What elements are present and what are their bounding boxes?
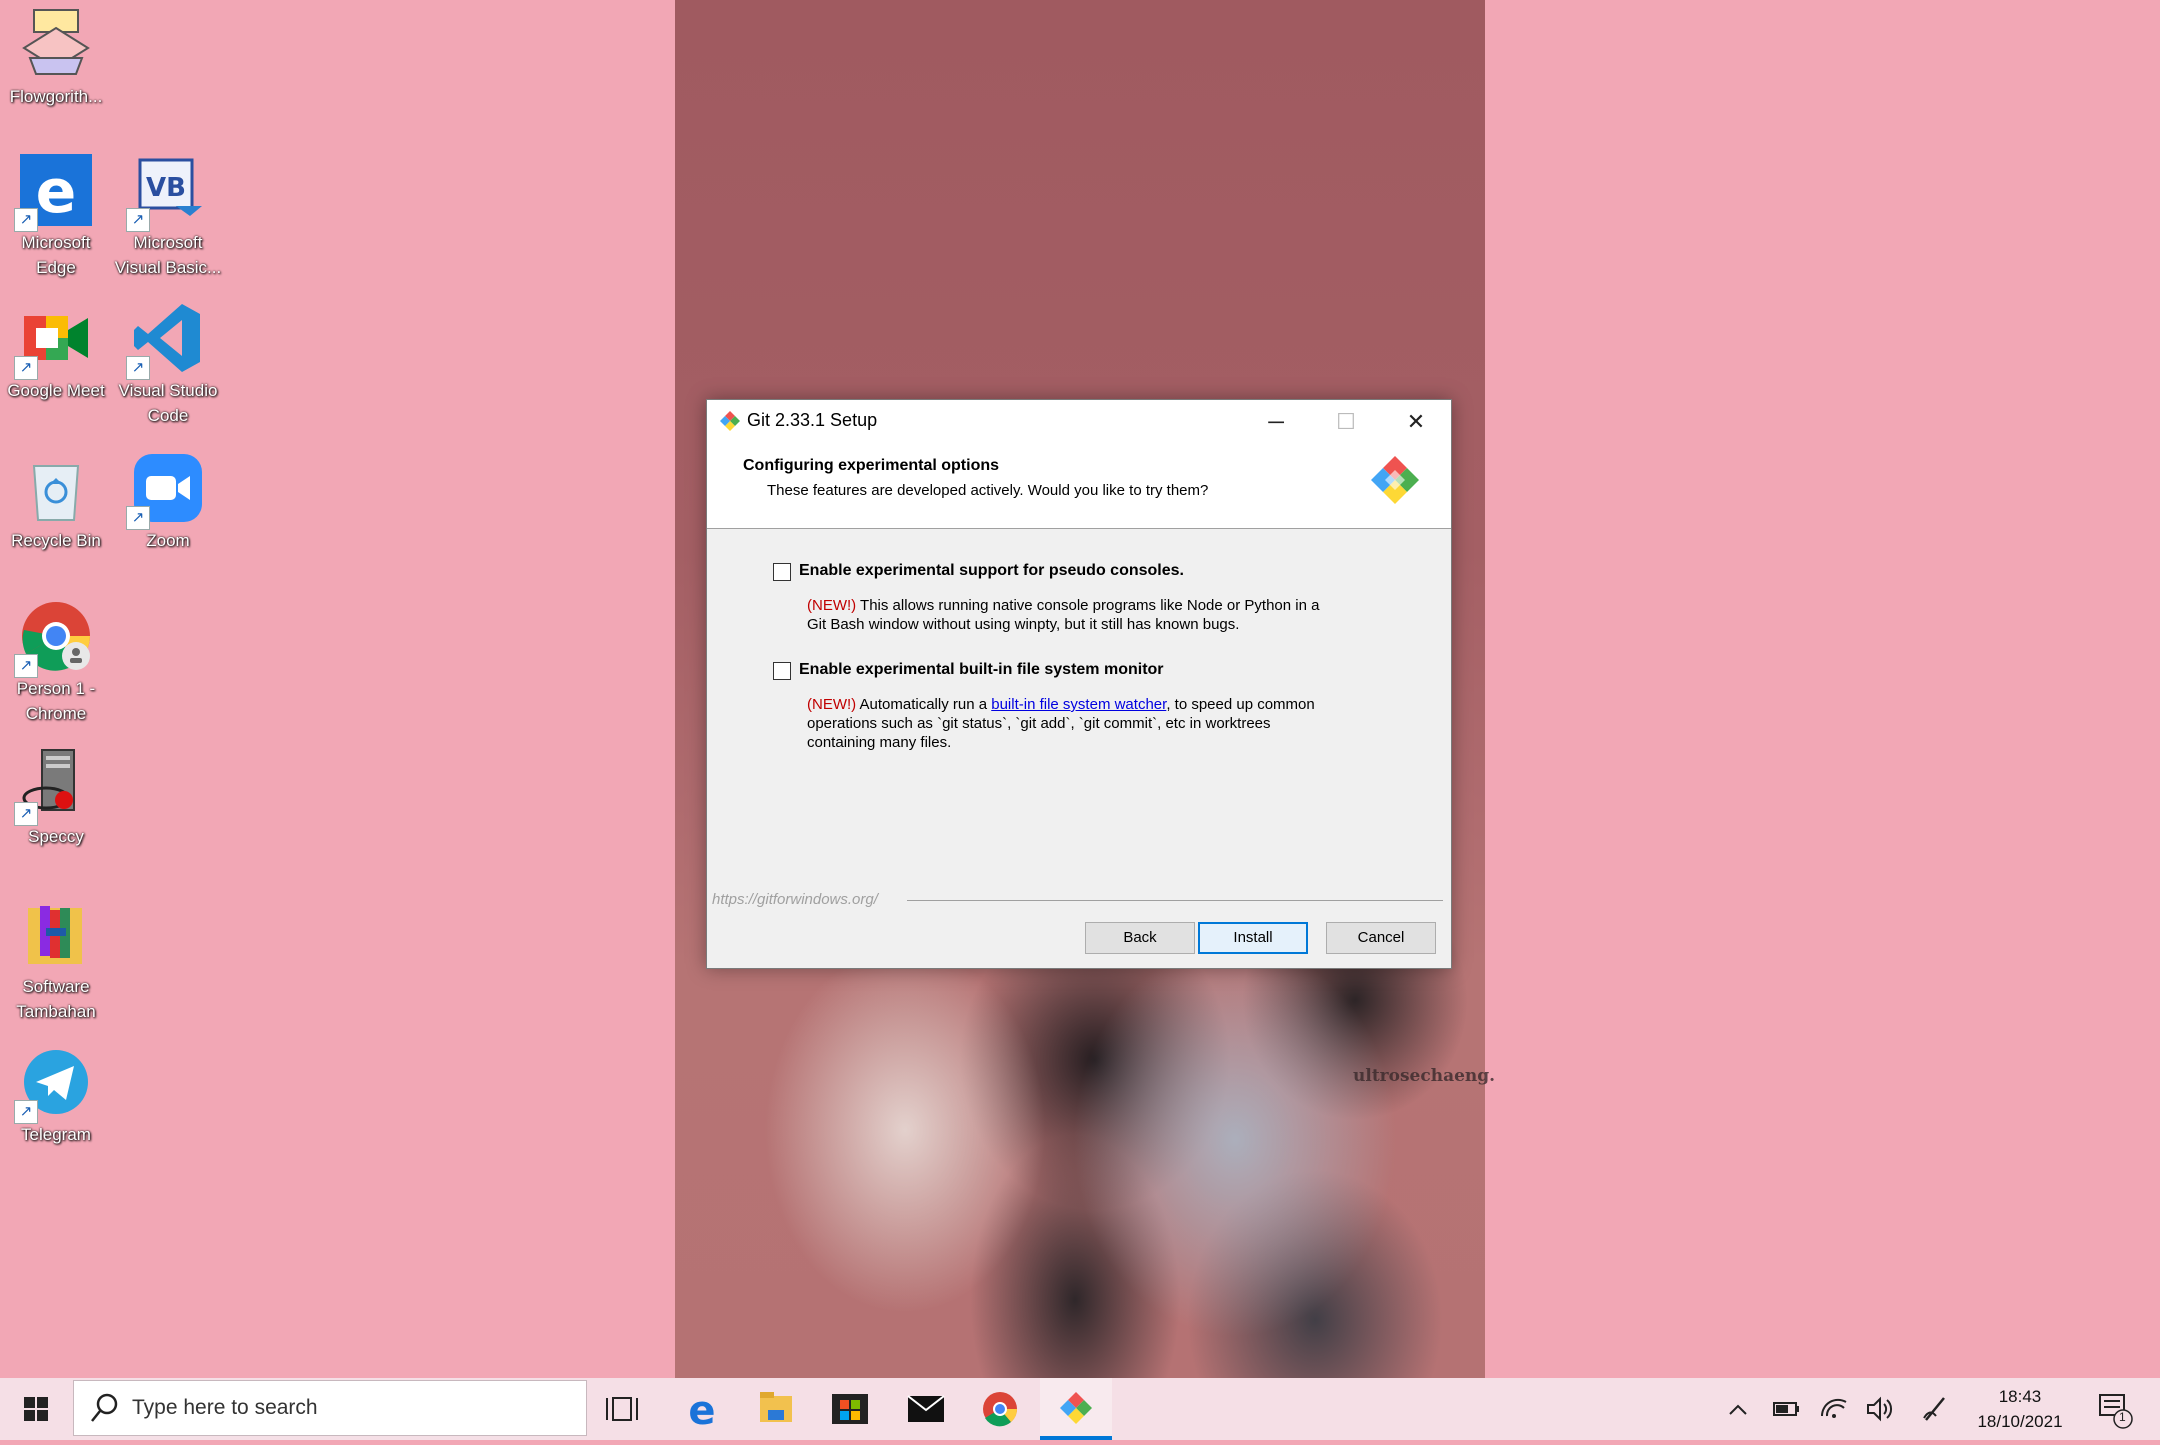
task-view-icon — [606, 1397, 638, 1421]
chrome-icon — [983, 1392, 1018, 1427]
vscode-icon: ↗ — [126, 302, 204, 380]
git-logo-icon — [719, 410, 741, 432]
shortcut-arrow-icon: ↗ — [126, 506, 150, 530]
clock-date: 18/10/2021 — [1977, 1412, 2063, 1431]
taskbar-file-explorer[interactable] — [740, 1378, 812, 1440]
store-icon — [832, 1394, 868, 1424]
desktop-icon-zoom[interactable]: ↗ Zoom — [112, 452, 224, 553]
cancel-button[interactable]: Cancel — [1326, 922, 1436, 954]
speaker-icon — [1867, 1396, 1893, 1422]
desktop-icon-flowgorithm[interactable]: Flowgorith... — [0, 8, 112, 109]
zoom-icon: ↗ — [126, 452, 204, 530]
dialog-header: Configuring experimental options These f… — [707, 443, 1451, 529]
show-hidden-icons-button[interactable] — [1718, 1378, 1758, 1440]
chevron-up-icon — [1729, 1404, 1747, 1415]
page-subheading: These features are developed actively. W… — [767, 482, 1209, 499]
svg-text:VB: VB — [146, 173, 186, 203]
new-tag: (NEW!) — [807, 597, 857, 614]
battery-button[interactable] — [1766, 1378, 1806, 1440]
minimize-button[interactable]: ─ — [1241, 400, 1311, 443]
recycle-bin-icon — [20, 452, 92, 524]
clock[interactable]: 18:43 18/10/2021 — [1960, 1384, 2080, 1434]
pen-workspace-button[interactable] — [1916, 1378, 1956, 1440]
git-logo-large-icon — [1369, 454, 1421, 506]
back-button[interactable]: Back — [1085, 922, 1195, 954]
pseudo-consoles-label[interactable]: Enable experimental support for pseudo c… — [799, 562, 1184, 580]
maximize-button: ☐ — [1336, 409, 1356, 434]
close-button[interactable]: ✕ — [1381, 400, 1451, 443]
taskbar-edge[interactable]: e — [666, 1378, 738, 1440]
page-heading: Configuring experimental options — [743, 457, 1000, 474]
taskbar-git-setup[interactable] — [1040, 1378, 1112, 1440]
pseudo-consoles-checkbox[interactable] — [773, 563, 791, 581]
shortcut-arrow-icon: ↗ — [126, 208, 150, 232]
wifi-icon — [1820, 1398, 1847, 1418]
dialog-title: Git 2.33.1 Setup — [747, 410, 878, 430]
battery-icon — [1773, 1402, 1799, 1416]
network-button[interactable] — [1814, 1378, 1854, 1440]
shortcut-arrow-icon: ↗ — [14, 654, 38, 678]
file-explorer-icon — [760, 1392, 792, 1422]
speccy-icon: ↗ — [14, 748, 92, 826]
footer-divider — [907, 900, 1443, 901]
taskbar-chrome[interactable] — [964, 1378, 1036, 1440]
edge-icon: e — [688, 1388, 715, 1434]
task-view-button[interactable] — [588, 1378, 660, 1440]
google-meet-icon: ↗ — [14, 302, 92, 380]
taskbar-mail[interactable] — [890, 1378, 962, 1440]
fs-monitor-description: (NEW!) Automatically run a built-in file… — [807, 696, 1315, 751]
desktop-icon-speccy[interactable]: ↗ Speccy — [0, 748, 112, 849]
new-tag: (NEW!) — [807, 696, 857, 713]
svg-text:e: e — [36, 157, 77, 226]
windows-logo-icon — [24, 1397, 48, 1421]
fs-monitor-label[interactable]: Enable experimental built-in file system… — [799, 661, 1164, 679]
active-app-indicator — [1040, 1436, 1112, 1440]
desktop-icon-recycle-bin[interactable]: Recycle Bin — [0, 452, 112, 553]
search-icon — [88, 1391, 120, 1430]
desktop-icon-software-tambahan[interactable]: Software Tambahan — [0, 898, 112, 1024]
desktop-icon-vscode[interactable]: ↗ Visual Studio Code — [112, 302, 224, 428]
svg-text:e: e — [688, 1388, 715, 1434]
search-box[interactable]: Type here to search — [73, 1380, 587, 1436]
dialog-titlebar[interactable]: Git 2.33.1 Setup ─ ☐ ✕ — [707, 400, 1451, 443]
desktop-icon-visual-basic[interactable]: VB ↗ Microsoft Visual Basic... — [112, 154, 224, 280]
fs-monitor-checkbox[interactable] — [773, 662, 791, 680]
telegram-icon: ↗ — [14, 1046, 92, 1124]
volume-button[interactable] — [1860, 1378, 1900, 1440]
shortcut-arrow-icon: ↗ — [14, 1100, 38, 1124]
chrome-icon: ↗ — [14, 600, 92, 678]
fs-watcher-link[interactable]: built-in file system watcher — [991, 696, 1166, 713]
desktop-icon-telegram[interactable]: ↗ Telegram — [0, 1046, 112, 1147]
shortcut-arrow-icon: ↗ — [126, 356, 150, 380]
notification-icon — [2099, 1394, 2133, 1429]
desktop-icon-google-meet[interactable]: ↗ Google Meet — [0, 302, 112, 403]
flowgorithm-icon — [20, 8, 92, 80]
clock-time: 18:43 — [1998, 1387, 2042, 1406]
search-placeholder: Type here to search — [132, 1396, 318, 1419]
git-setup-dialog: Git 2.33.1 Setup ─ ☐ ✕ Configuring exper… — [706, 399, 1452, 969]
pseudo-consoles-description: (NEW!) This allows running native consol… — [807, 597, 1320, 633]
taskbar-store[interactable] — [814, 1378, 886, 1440]
visual-basic-icon: VB ↗ — [126, 154, 204, 232]
shortcut-arrow-icon: ↗ — [14, 802, 38, 826]
taskbar: Type here to search e 18:43 18/10/2021 1 — [0, 1378, 2160, 1440]
start-button[interactable] — [12, 1378, 64, 1440]
pen-icon — [1923, 1397, 1945, 1421]
desktop-icon-chrome-person1[interactable]: ↗ Person 1 - Chrome — [0, 600, 112, 726]
notification-count: 1 — [2119, 1410, 2126, 1424]
install-button[interactable]: Install — [1198, 922, 1308, 954]
edge-icon: e ↗ — [14, 154, 92, 232]
footer-url: https://gitforwindows.org/ — [712, 891, 878, 908]
desktop-icon-edge[interactable]: e ↗ Microsoft Edge — [0, 154, 112, 280]
shortcut-arrow-icon: ↗ — [14, 208, 38, 232]
folder-icon — [20, 898, 92, 970]
mail-icon — [907, 1395, 945, 1422]
notification-center-button[interactable]: 1 — [2090, 1378, 2140, 1440]
git-logo-icon — [1060, 1392, 1092, 1424]
shortcut-arrow-icon: ↗ — [14, 356, 38, 380]
